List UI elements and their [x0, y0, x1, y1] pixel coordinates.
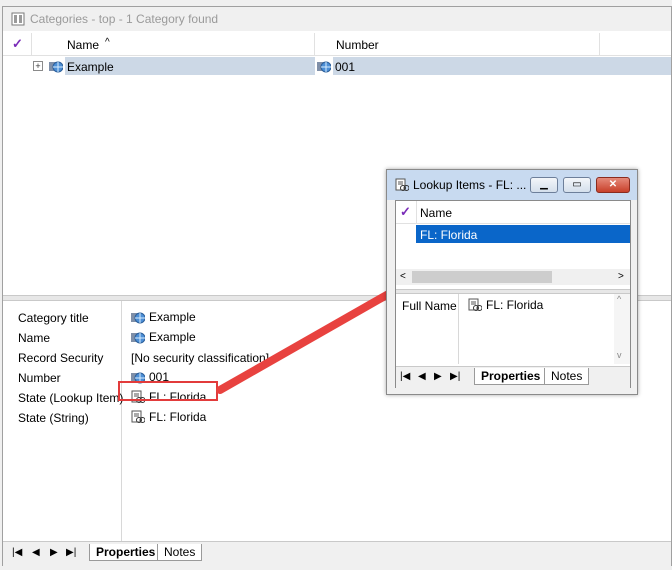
nav-first-icon[interactable]: |◀ [400, 371, 410, 382]
lookup-list-header: ✓ Name [396, 201, 630, 224]
vertical-scrollbar[interactable]: ^ v [614, 294, 630, 364]
lookup-item-icon [468, 298, 482, 311]
prop-value: FL: Florida [468, 298, 543, 312]
column-header-name[interactable]: Name [420, 206, 452, 220]
minimize-button[interactable]: ▁ [530, 177, 558, 193]
nav-prev-icon[interactable]: ◀ [418, 371, 426, 382]
lookup-item-icon [395, 178, 409, 191]
maximize-button[interactable]: ▭ [563, 177, 591, 193]
scroll-up-icon[interactable]: ^ [617, 294, 621, 304]
scroll-left-icon[interactable]: < [400, 271, 406, 282]
scroll-down-icon[interactable]: v [617, 350, 622, 360]
list-item[interactable]: FL: Florida [416, 225, 630, 243]
lookup-body: ✓ Name FL: Florida < > Full Name FL: Flo… [395, 200, 631, 389]
prop-label: Full Name [402, 299, 457, 313]
horizontal-scrollbar[interactable]: < > [396, 269, 630, 285]
tab-properties[interactable]: Properties [474, 368, 548, 385]
list-item-name: FL: Florida [420, 228, 478, 242]
lookup-tab-bar: |◀ ◀ ▶ ▶| Properties Notes [396, 366, 630, 389]
scroll-right-icon[interactable]: > [618, 271, 624, 282]
tab-notes[interactable]: Notes [544, 368, 590, 385]
lookup-properties-pane: Full Name FL: Florida ^ v [396, 294, 630, 364]
close-button[interactable]: ✕ [596, 177, 630, 193]
nav-next-icon[interactable]: ▶ [434, 371, 442, 382]
lookup-titlebar: Lookup Items - FL: ... ▁ ▭ ✕ [387, 170, 637, 200]
lookup-items-window: Lookup Items - FL: ... ▁ ▭ ✕ ✓ Name FL: … [386, 169, 638, 395]
nav-last-icon[interactable]: ▶| [450, 371, 460, 382]
select-all-checkmark[interactable]: ✓ [400, 204, 411, 220]
lookup-window-title: Lookup Items - FL: ... [413, 178, 527, 192]
scroll-thumb[interactable] [412, 271, 552, 283]
